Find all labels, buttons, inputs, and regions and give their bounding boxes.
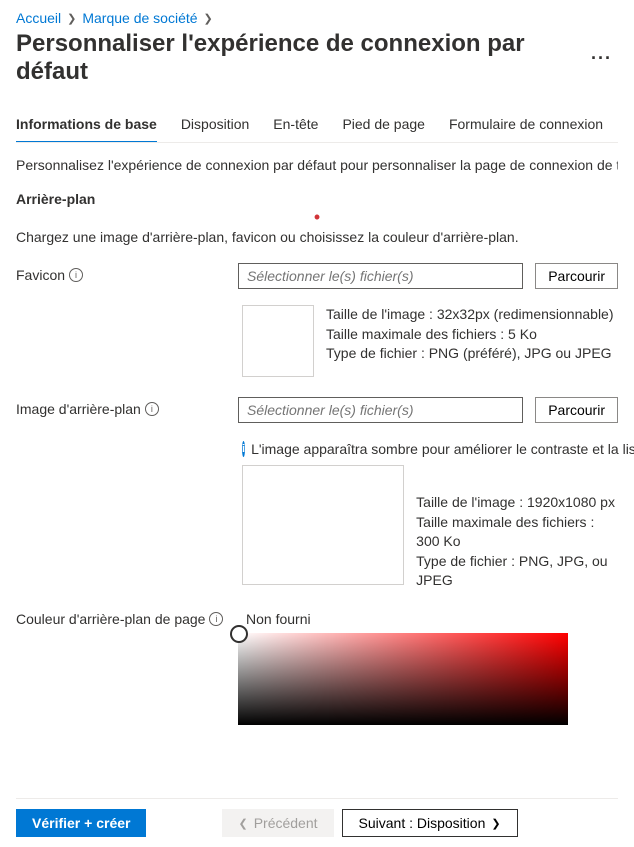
favicon-file-input[interactable] bbox=[238, 263, 523, 289]
wizard-footer: Vérifier + créer ❮ Précédent Suivant : D… bbox=[16, 798, 618, 837]
info-filled-icon: i bbox=[242, 441, 245, 457]
color-picker-handle[interactable] bbox=[230, 625, 248, 643]
tab-header[interactable]: En-tête bbox=[273, 108, 318, 142]
chevron-right-icon: ❯ bbox=[67, 12, 76, 25]
bgimage-label-text: Image d'arrière-plan bbox=[16, 401, 141, 417]
tabs: Informations de base Disposition En-tête… bbox=[16, 108, 618, 143]
tab-layout[interactable]: Disposition bbox=[181, 108, 249, 142]
previous-button[interactable]: ❮ Précédent bbox=[222, 809, 333, 837]
bgimage-row: Image d'arrière-plan i Parcourir bbox=[16, 397, 618, 423]
color-saturation-area[interactable] bbox=[238, 633, 568, 725]
favicon-label: Favicon i bbox=[16, 263, 226, 283]
bgcolor-value: Non fourni bbox=[246, 611, 618, 627]
previous-button-label: Précédent bbox=[254, 815, 318, 831]
color-picker-wrap: Non fourni bbox=[238, 611, 618, 725]
tab-basic-info[interactable]: Informations de base bbox=[16, 108, 157, 142]
bgimage-meta-max: Taille maximale des fichiers : 300 Ko bbox=[416, 513, 618, 552]
info-icon[interactable]: i bbox=[209, 612, 223, 626]
chevron-left-icon: ❮ bbox=[238, 817, 247, 830]
section-background-heading: Arrière-plan bbox=[16, 191, 618, 207]
bgimage-meta: Taille de l'image : 1920x1080 px Taille … bbox=[416, 465, 618, 591]
info-icon[interactable]: i bbox=[145, 402, 159, 416]
bgimage-meta-size: Taille de l'image : 1920x1080 px bbox=[416, 493, 618, 513]
bgimage-preview-row: Taille de l'image : 1920x1080 px Taille … bbox=[242, 465, 618, 591]
bgcolor-label-text: Couleur d'arrière-plan de page bbox=[16, 611, 205, 627]
favicon-meta-max: Taille maximale des fichiers : 5 Ko bbox=[326, 325, 614, 345]
bgimage-preview-box bbox=[242, 465, 404, 585]
page-title: Personnaliser l'expérience de connexion … bbox=[16, 30, 618, 86]
bgimage-callout-text: L'image apparaîtra sombre pour améliorer… bbox=[251, 441, 634, 457]
chevron-right-icon: ❯ bbox=[204, 12, 213, 25]
favicon-meta-size: Taille de l'image : 32x32px (redimension… bbox=[326, 305, 614, 325]
page-title-text: Personnaliser l'expérience de connexion … bbox=[16, 30, 585, 86]
info-icon[interactable]: i bbox=[69, 268, 83, 282]
bgimage-label: Image d'arrière-plan i bbox=[16, 397, 226, 417]
next-button-label: Suivant : Disposition bbox=[359, 815, 486, 831]
breadcrumb-home[interactable]: Accueil bbox=[16, 10, 61, 26]
required-indicator-icon: • bbox=[16, 213, 618, 221]
bgimage-callout: i L'image apparaîtra sombre pour amélior… bbox=[242, 441, 618, 457]
bgimage-browse-button[interactable]: Parcourir bbox=[535, 397, 618, 423]
favicon-row: Favicon i Parcourir bbox=[16, 263, 618, 289]
next-button[interactable]: Suivant : Disposition ❯ bbox=[342, 809, 518, 837]
bgcolor-label: Couleur d'arrière-plan de page i bbox=[16, 611, 226, 627]
favicon-preview-box bbox=[242, 305, 314, 377]
favicon-label-text: Favicon bbox=[16, 267, 65, 283]
section-background-desc: Chargez une image d'arrière-plan, favico… bbox=[16, 229, 618, 245]
tab-signin-form[interactable]: Formulaire de connexion bbox=[449, 108, 603, 142]
bgcolor-row: Couleur d'arrière-plan de page i Non fou… bbox=[16, 611, 618, 725]
more-icon[interactable]: ··· bbox=[585, 48, 618, 69]
favicon-browse-button[interactable]: Parcourir bbox=[535, 263, 618, 289]
favicon-meta-type: Type de fichier : PNG (préféré), JPG ou … bbox=[326, 344, 614, 364]
favicon-meta: Taille de l'image : 32x32px (redimension… bbox=[326, 305, 614, 364]
intro-text: Personnalisez l'expérience de connexion … bbox=[16, 157, 618, 173]
breadcrumb: Accueil ❯ Marque de société ❯ bbox=[16, 0, 618, 26]
favicon-preview-row: Taille de l'image : 32x32px (redimension… bbox=[242, 305, 618, 377]
bgimage-file-input[interactable] bbox=[238, 397, 523, 423]
breadcrumb-brand[interactable]: Marque de société bbox=[82, 10, 197, 26]
chevron-right-icon: ❯ bbox=[491, 817, 500, 830]
bgimage-meta-type: Type de fichier : PNG, JPG, ou JPEG bbox=[416, 552, 618, 591]
verify-create-button[interactable]: Vérifier + créer bbox=[16, 809, 146, 837]
tab-footer[interactable]: Pied de page bbox=[342, 108, 425, 142]
